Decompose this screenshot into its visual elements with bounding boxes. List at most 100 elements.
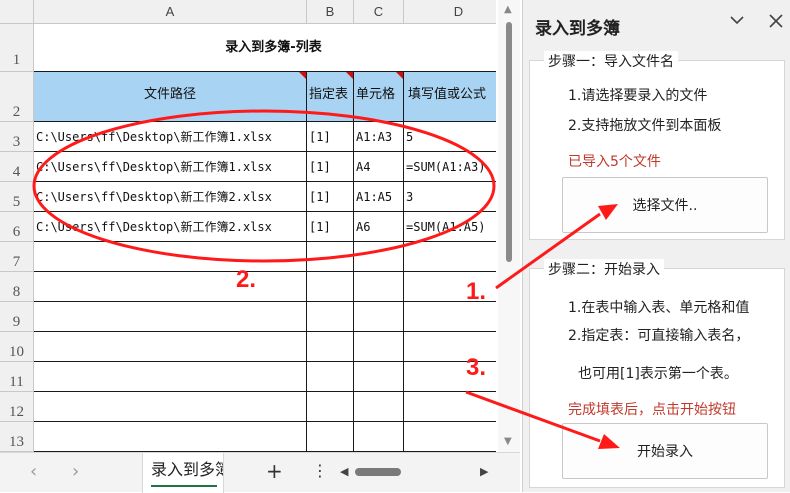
vertical-scroll-thumb[interactable] (506, 22, 512, 262)
row-header-12[interactable]: 12 (0, 392, 34, 422)
header-label: 单元格 (356, 87, 396, 102)
row-header-2[interactable]: 2 (0, 72, 34, 122)
sheet-title-cell[interactable]: 录入到多簿-列表 (34, 24, 496, 72)
column-header-c[interactable]: C (354, 0, 404, 24)
cell-a4[interactable]: C:\Users\ff\Desktop\新工作簿1.xlsx (34, 152, 307, 182)
cell-d4[interactable]: =SUM(A1:A3) (404, 152, 496, 182)
cell-b4[interactable]: [1] (307, 152, 354, 182)
step2-status: 完成填表后，点击开始按钮 (568, 402, 736, 418)
sheet-tab-bar: ‹ › 录入到多簿 + ⋮ ◀ ▶ (0, 452, 520, 493)
next-sheet-icon[interactable]: › (72, 461, 79, 482)
task-pane: 录入到多簿 步骤一：导入文件名 1.请选择要录入的文件 2.支持拖放文件到本面板… (522, 0, 790, 492)
cell-a3[interactable]: C:\Users\ff\Desktop\新工作簿1.xlsx (34, 122, 307, 152)
column-header-d[interactable]: D (404, 0, 496, 24)
cell-a6[interactable]: C:\Users\ff\Desktop\新工作簿2.xlsx (34, 212, 307, 242)
row-header-1[interactable]: 1 (0, 24, 34, 72)
cell-c13[interactable] (354, 422, 404, 452)
scroll-right-icon[interactable]: ▶ (480, 465, 488, 478)
step2-legend: 步骤二：开始录入 (544, 259, 664, 279)
prev-sheet-icon[interactable]: ‹ (30, 461, 37, 482)
step1-group: 步骤一：导入文件名 1.请选择要录入的文件 2.支持拖放文件到本面板 已导入5个… (529, 51, 785, 240)
cell-a10[interactable] (34, 332, 307, 362)
annotation-label-3: 3. (466, 354, 487, 381)
cell-d13[interactable] (404, 422, 496, 452)
row-header-13[interactable]: 13 (0, 422, 34, 452)
close-svg (769, 14, 783, 28)
header-label: 文件路径 (143, 87, 196, 102)
column-header-a[interactable]: A (34, 0, 307, 24)
select-files-button[interactable]: 选择文件.. (562, 177, 768, 233)
cell-c4[interactable]: A4 (354, 152, 404, 182)
cell-b12[interactable] (307, 392, 354, 422)
cell-d9[interactable] (404, 302, 496, 332)
row-header-11[interactable]: 11 (0, 362, 34, 392)
scroll-down-icon[interactable]: ▼ (504, 436, 512, 447)
cell-b9[interactable] (307, 302, 354, 332)
header-cell-sheet[interactable]: 指定表 (307, 72, 354, 122)
cell-c6[interactable]: A6 (354, 212, 404, 242)
comment-indicator-icon (346, 72, 353, 79)
spreadsheet: A B C D 1 2 3 4 5 6 7 8 9 10 11 12 13 录入… (0, 0, 520, 493)
cell-c9[interactable] (354, 302, 404, 332)
cell-b3[interactable]: [1] (307, 122, 354, 152)
start-entry-button[interactable]: 开始录入 (562, 423, 768, 479)
row-header-6[interactable]: 6 (0, 212, 34, 242)
cell-c8[interactable] (354, 272, 404, 302)
scroll-left-icon[interactable]: ◀ (340, 465, 348, 478)
select-all-corner[interactable] (0, 0, 34, 24)
active-tab-underline (151, 485, 217, 487)
header-cell-value[interactable]: 填写值或公式 (404, 72, 496, 122)
row-header-8[interactable]: 8 (0, 272, 34, 302)
scroll-up-icon[interactable]: ▲ (504, 4, 512, 15)
cell-a12[interactable] (34, 392, 307, 422)
cell-c3[interactable]: A1:A3 (354, 122, 404, 152)
step2-instruction-2: 2.指定表：可直接输入表名， (568, 328, 750, 344)
cell-b6[interactable]: [1] (307, 212, 354, 242)
row-header-9[interactable]: 9 (0, 302, 34, 332)
row-header-4[interactable]: 4 (0, 152, 34, 182)
annotation-label-2: 2. (236, 266, 257, 293)
row-header-5[interactable]: 5 (0, 182, 34, 212)
header-label: 填写值或公式 (408, 87, 487, 102)
cell-a5[interactable]: C:\Users\ff\Desktop\新工作簿2.xlsx (34, 182, 307, 212)
column-header-b[interactable]: B (307, 0, 354, 24)
cell-a9[interactable] (34, 302, 307, 332)
cell-d12[interactable] (404, 392, 496, 422)
cell-c12[interactable] (354, 392, 404, 422)
step2-instruction-3: 也可用[1]表示第一个表。 (578, 366, 738, 382)
cell-b11[interactable] (307, 362, 354, 392)
cell-d7[interactable] (404, 242, 496, 272)
header-cell-file-path[interactable]: 文件路径 (34, 72, 307, 122)
step2-group: 步骤二：开始录入 1.在表中输入表、单元格和值 2.指定表：可直接输入表名， 也… (529, 259, 785, 488)
sheet-tab-active[interactable]: 录入到多簿 (142, 453, 224, 493)
close-icon[interactable] (769, 12, 783, 33)
step1-status: 已导入5个文件 (568, 154, 661, 170)
cell-a7[interactable] (34, 242, 307, 272)
cell-d5[interactable]: 3 (404, 182, 496, 212)
cell-b10[interactable] (307, 332, 354, 362)
cell-d3[interactable]: 5 (404, 122, 496, 152)
cell-c7[interactable] (354, 242, 404, 272)
row-header-7[interactable]: 7 (0, 242, 34, 272)
add-sheet-icon[interactable]: + (266, 459, 283, 483)
cell-b13[interactable] (307, 422, 354, 452)
cell-a11[interactable] (34, 362, 307, 392)
row-header-3[interactable]: 3 (0, 122, 34, 152)
cell-b8[interactable] (307, 272, 354, 302)
chevron-down-icon[interactable] (729, 14, 745, 30)
horizontal-scroll-thumb[interactable] (355, 468, 401, 476)
more-options-icon[interactable]: ⋮ (312, 461, 328, 480)
cell-d6[interactable]: =SUM(A1:A5) (404, 212, 496, 242)
cell-a13[interactable] (34, 422, 307, 452)
cell-c5[interactable]: A1:A5 (354, 182, 404, 212)
step1-instruction-2: 2.支持拖放文件到本面板 (568, 118, 722, 134)
cell-b5[interactable]: [1] (307, 182, 354, 212)
cell-c11[interactable] (354, 362, 404, 392)
header-cell-range[interactable]: 单元格 (354, 72, 404, 122)
row-header-10[interactable]: 10 (0, 332, 34, 362)
cell-a8[interactable] (34, 272, 307, 302)
cell-b7[interactable] (307, 242, 354, 272)
vertical-scrollbar[interactable]: ▲ ▼ (498, 0, 520, 452)
header-label: 指定表 (309, 87, 349, 102)
cell-c10[interactable] (354, 332, 404, 362)
